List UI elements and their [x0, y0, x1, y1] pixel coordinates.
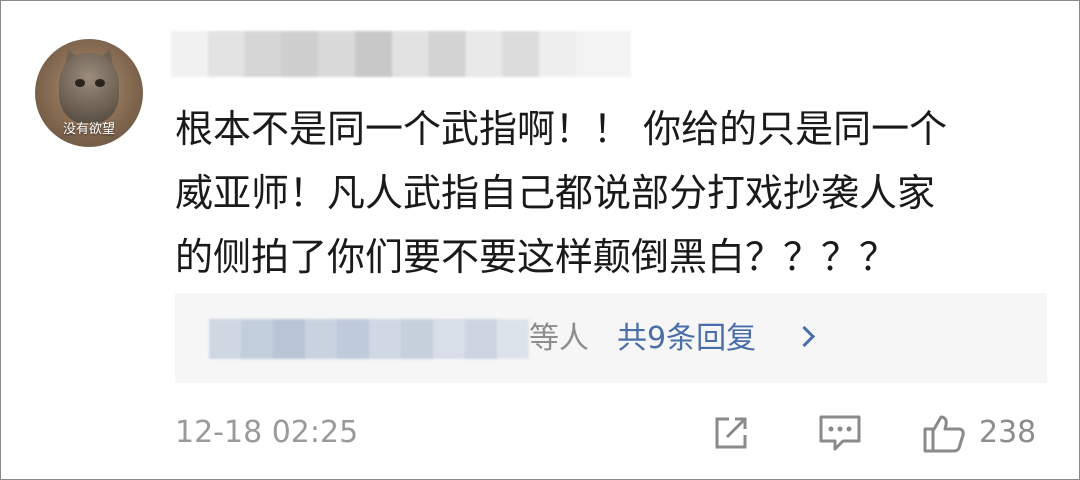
share-icon — [715, 417, 747, 449]
cat-eye-right — [95, 79, 105, 87]
comment-line-2: 威亚师！凡人武指自己都说部分打戏抄袭人家 — [175, 171, 936, 215]
reply-users-redacted — [209, 319, 529, 359]
timestamp: 12-18 02:25 — [175, 415, 359, 450]
like-count: 238 — [979, 415, 1037, 450]
thumbs-up-icon — [923, 415, 965, 453]
avatar-caption: 没有欲望 — [62, 122, 115, 137]
comment-button[interactable] — [817, 411, 863, 455]
comment-card: 没有欲望 根本不是同一个武指啊！！ 你给的只是同一个 威亚师！凡人武指自己都说部… — [0, 0, 1080, 480]
cat-eye-left — [75, 79, 85, 87]
reply-preview[interactable]: 等人 共9条回复 — [175, 293, 1047, 383]
cat-face — [59, 53, 119, 123]
username-redacted[interactable] — [171, 31, 631, 77]
view-replies-link[interactable]: 共9条回复 — [617, 317, 756, 361]
comment-text: 根本不是同一个武指啊！！ 你给的只是同一个 威亚师！凡人武指自己都说部分打戏抄袭… — [175, 97, 1045, 289]
like-button[interactable]: 238 — [921, 411, 1036, 455]
comment-icon — [819, 415, 861, 451]
comment-line-1: 根本不是同一个武指啊！！ 你给的只是同一个 — [175, 107, 948, 151]
chevron-right-icon — [793, 325, 816, 348]
avatar[interactable]: 没有欲望 — [35, 39, 143, 147]
reply-others-label: 等人 — [529, 321, 589, 356]
share-button[interactable] — [709, 411, 753, 455]
comment-line-3: 的侧拍了你们要不要这样颠倒黑白？？？？ — [175, 235, 898, 279]
